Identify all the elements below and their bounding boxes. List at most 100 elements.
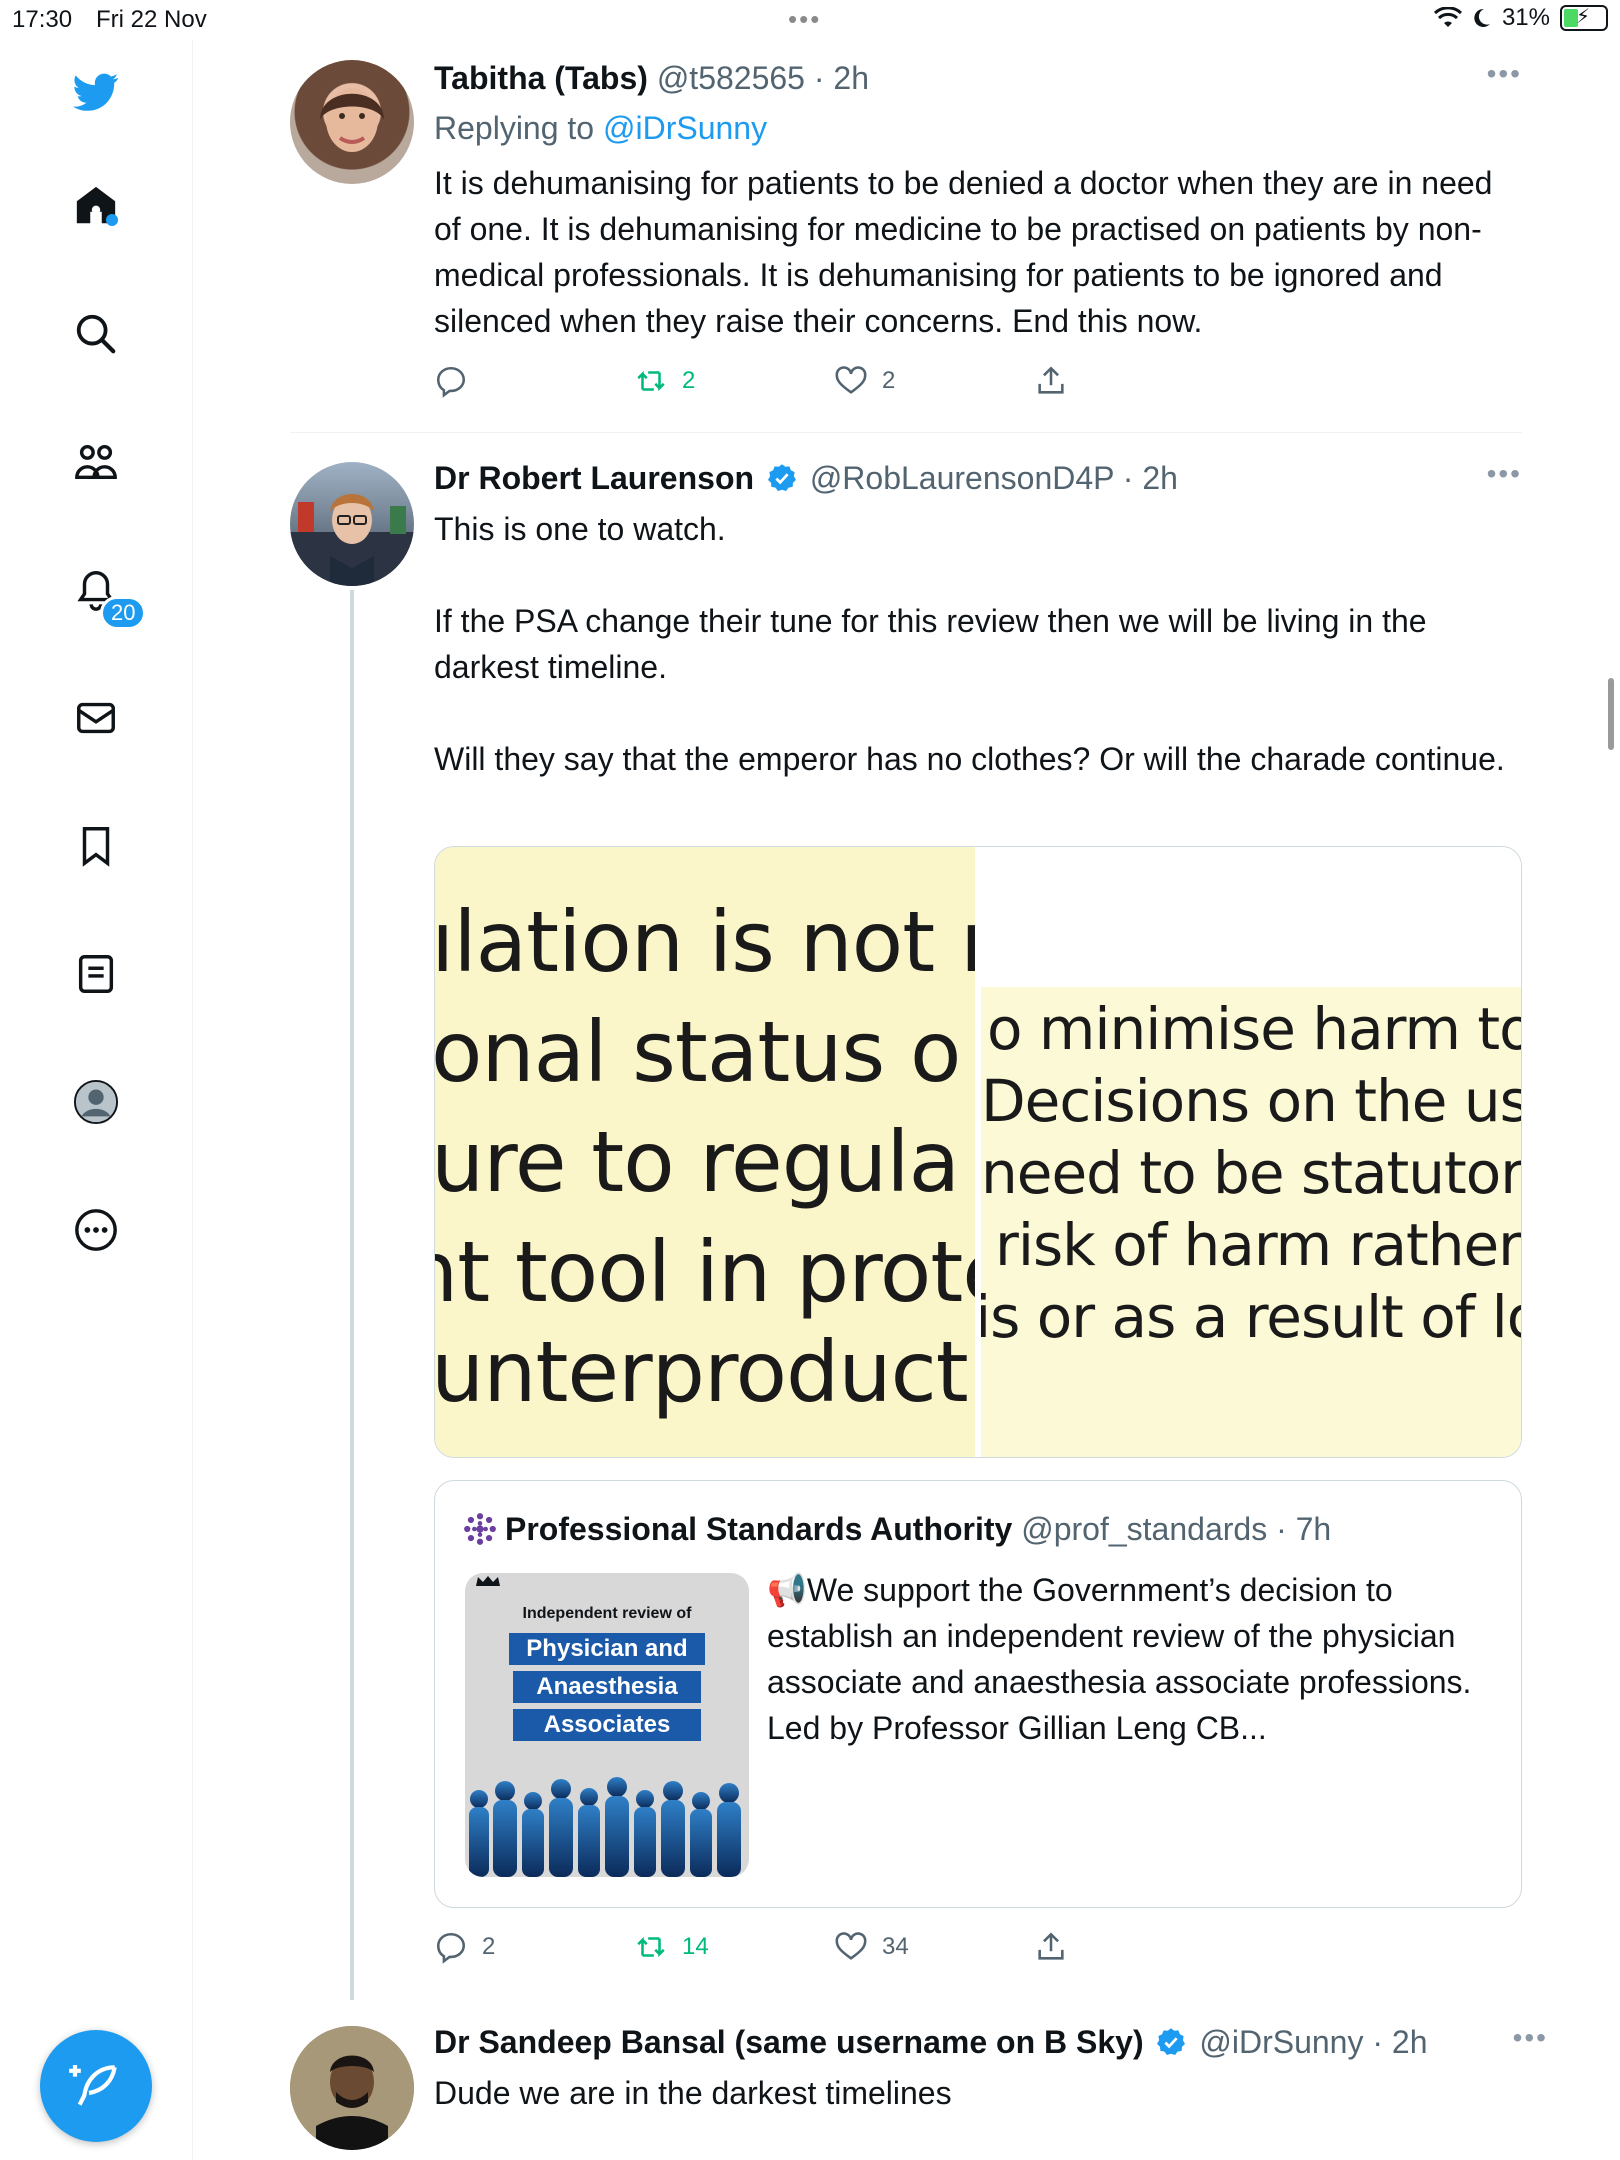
quoted-tweet[interactable]: Professional Standards Authority @prof_s…	[434, 1480, 1522, 1908]
tweet-text: It is dehumanising for patients to be de…	[434, 165, 1493, 339]
home-unread-dot	[106, 214, 118, 226]
thumbnail-title: Independent review of	[522, 1605, 692, 1622]
heart-icon	[835, 366, 867, 394]
image-text-line: o minimise harm to	[987, 995, 1521, 1063]
tweet[interactable]: Tabitha (Tabs) @t582565 · 2h ••• Replyin…	[290, 58, 1522, 408]
profile-avatar-icon[interactable]	[70, 1076, 122, 1128]
tweet-paragraph: This is one to watch.	[434, 511, 726, 547]
more-options-icon[interactable]	[70, 1204, 122, 1256]
tweet-time[interactable]: 2h	[1142, 460, 1178, 496]
replying-prefix: Replying to	[434, 110, 595, 146]
tweet-paragraph: Will they say that the emperor has no cl…	[434, 741, 1505, 777]
quoted-tweet-time[interactable]: 7h	[1296, 1511, 1332, 1547]
tweet[interactable]: Dr Robert Laurenson @RobLaurensonD4P · 2…	[290, 458, 1522, 1968]
compose-tweet-button[interactable]	[40, 2030, 152, 2142]
like-count: 34	[882, 1933, 909, 1960]
author-name[interactable]: Dr Sandeep Bansal (same username on B Sk…	[434, 2024, 1144, 2060]
like-button[interactable]: 34	[834, 1930, 909, 1964]
avatar-sandeep-bansal[interactable]	[290, 2026, 414, 2150]
more-options-icon[interactable]: •••	[1513, 2022, 1548, 2054]
avatar-robert-laurenson[interactable]	[290, 462, 414, 586]
retweet-icon	[637, 1936, 665, 1958]
tweet[interactable]: Dr Sandeep Bansal (same username on B Sk…	[290, 2022, 1546, 2160]
notifications-badge: 20	[100, 596, 147, 630]
tweet-paragraph: If the PSA change their tune for this re…	[434, 603, 1427, 685]
quoted-tweet-thumbnail[interactable]: Independent review of Physician and Anae…	[465, 1573, 749, 1877]
multitasking-dots-icon[interactable]: •••	[788, 4, 821, 35]
reply-button[interactable]	[434, 364, 468, 398]
tweet-media-images[interactable]: ılation is not ı onal status o ure to re…	[434, 846, 1522, 1458]
reply-icon	[436, 1932, 466, 1964]
status-time: 17:30	[12, 6, 73, 33]
thumbnail-line: Physician and	[509, 1633, 705, 1665]
heart-icon	[835, 1932, 867, 1960]
avatar-tabitha[interactable]	[290, 60, 414, 184]
image-text-line: onal status o	[435, 1003, 961, 1101]
bookmarks-icon[interactable]	[70, 820, 122, 872]
tweet-actions: 2 14 34	[434, 1930, 1522, 1970]
author-name[interactable]: Dr Robert Laurenson	[434, 460, 754, 496]
scrollbar[interactable]	[1608, 678, 1614, 750]
image-text-line: risk of harm rather t	[995, 1211, 1521, 1279]
like-button[interactable]: 2	[834, 364, 895, 398]
retweet-count: 2	[682, 367, 696, 394]
more-options-icon[interactable]: •••	[1487, 458, 1522, 490]
crown-icon	[476, 1576, 500, 1586]
messages-envelope-icon[interactable]	[70, 692, 122, 744]
thumbnail-line: Anaesthesia	[513, 1671, 701, 1703]
psa-logo-icon	[464, 1513, 496, 1545]
quoted-author-handle[interactable]: @prof_standards	[1021, 1511, 1267, 1547]
separator-dot: ·	[1113, 460, 1143, 496]
status-date: Fri 22 Nov	[96, 6, 207, 33]
more-options-icon[interactable]: •••	[1487, 58, 1522, 90]
share-icon	[1038, 1932, 1064, 1960]
author-handle[interactable]: @RobLaurensonD4P	[810, 460, 1114, 496]
share-button[interactable]	[1034, 1930, 1068, 1964]
replying-to-handle[interactable]: @iDrSunny	[603, 110, 767, 146]
like-count: 2	[882, 367, 896, 394]
tweet-text: This is one to watch. If the PSA change …	[434, 506, 1522, 782]
image-text-line: ure to regula	[435, 1113, 960, 1211]
image-text-line: unterproducti	[435, 1323, 975, 1421]
reply-icon	[436, 366, 466, 398]
media-image-left[interactable]: ılation is not ı onal status o ure to re…	[435, 847, 975, 1457]
retweet-button[interactable]: 2	[634, 364, 695, 398]
image-text-line: Decisions on the use	[981, 1067, 1521, 1135]
retweet-icon	[637, 370, 665, 392]
sidebar: 20	[0, 40, 193, 2160]
separator-dot: ·	[804, 60, 834, 96]
wifi-icon	[1433, 7, 1462, 27]
communities-icon[interactable]	[70, 436, 122, 488]
replying-to: Replying to @iDrSunny	[434, 108, 1522, 148]
search-icon[interactable]	[70, 308, 122, 360]
status-bar: 17:30 Fri 22 Nov ••• 31% ⚡	[0, 0, 1620, 40]
lists-icon[interactable]	[70, 948, 122, 1000]
author-name[interactable]: Tabitha (Tabs)	[434, 60, 648, 96]
quoted-tweet-text: 📢We support the Government’s decision to…	[767, 1572, 1472, 1746]
author-handle[interactable]: @t582565	[657, 60, 805, 96]
retweet-button[interactable]: 14	[634, 1930, 709, 1964]
moon-icon	[1474, 8, 1490, 27]
twitter-logo-icon[interactable]	[70, 66, 122, 118]
share-icon	[1038, 366, 1064, 394]
crowd-silhouette-image	[469, 1777, 741, 1877]
image-text-line: nt tool in prote	[435, 1223, 975, 1321]
image-text-line: ılation is not ı	[435, 893, 975, 991]
verified-badge-icon	[1157, 2028, 1186, 2055]
tweet-time[interactable]: 2h	[833, 60, 869, 96]
battery-percent: 31%	[1501, 4, 1550, 31]
tweet-actions: 2 2	[434, 364, 1522, 404]
verified-badge-icon	[767, 464, 796, 491]
tweet-time[interactable]: 2h	[1392, 2024, 1428, 2060]
tweet-text: Dude we are in the darkest timelines	[434, 2075, 952, 2111]
share-button[interactable]	[1034, 364, 1068, 398]
retweet-count: 14	[682, 1933, 709, 1960]
reply-count: 2	[482, 1933, 496, 1960]
tweet-divider	[290, 432, 1522, 433]
quoted-author-name[interactable]: Professional Standards Authority	[505, 1511, 1012, 1547]
separator-dot: ·	[1363, 2024, 1392, 2060]
media-image-right[interactable]: o minimise harm to Decisions on the use …	[981, 847, 1521, 1457]
author-handle[interactable]: @iDrSunny	[1199, 2024, 1363, 2060]
reply-button[interactable]: 2	[434, 1930, 495, 1964]
battery-icon: ⚡	[1560, 5, 1608, 31]
